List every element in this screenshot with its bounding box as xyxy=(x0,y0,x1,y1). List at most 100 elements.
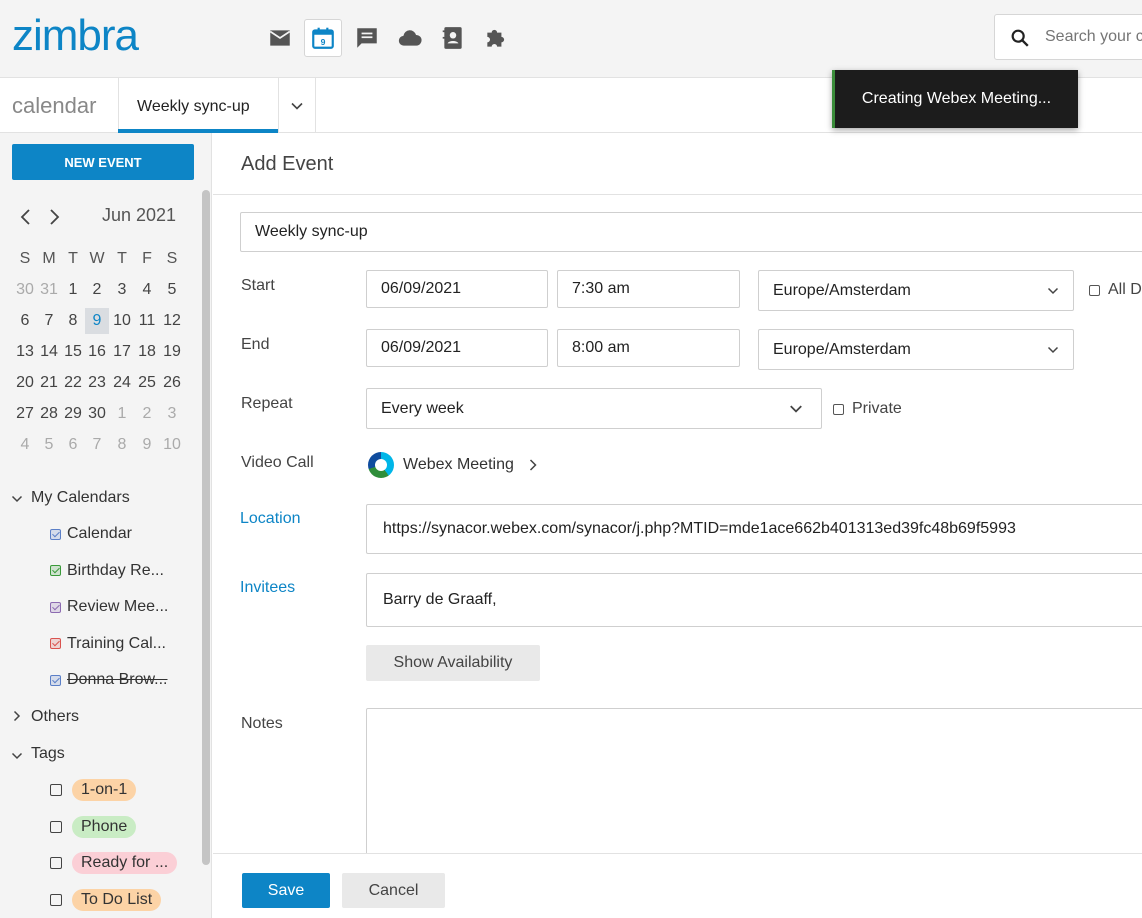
others-header[interactable]: Others xyxy=(31,708,79,726)
calendar-day[interactable]: 7 xyxy=(37,312,61,330)
calendar-day[interactable]: 6 xyxy=(61,436,85,454)
calendar-day[interactable]: 31 xyxy=(37,281,61,299)
calendar-day[interactable]: 6 xyxy=(13,312,37,330)
cancel-button[interactable]: Cancel xyxy=(342,873,445,908)
calendar-day[interactable]: 2 xyxy=(85,281,109,299)
location-label[interactable]: Location xyxy=(240,510,301,528)
location-input[interactable]: https://synacor.webex.com/synacor/j.php?… xyxy=(366,504,1142,554)
calendar-checkbox[interactable] xyxy=(50,528,61,540)
calendar-day[interactable]: 17 xyxy=(110,343,134,361)
calendar-day[interactable]: 2 xyxy=(135,405,159,423)
calendar-day[interactable]: 29 xyxy=(61,405,85,423)
calendar-checkbox[interactable] xyxy=(50,601,61,613)
chevron-right-icon[interactable] xyxy=(11,710,23,722)
calendar-day[interactable]: 12 xyxy=(160,312,184,330)
calendar-checkbox[interactable] xyxy=(50,674,61,686)
search-box[interactable] xyxy=(994,14,1142,60)
calendar-day[interactable]: 19 xyxy=(160,343,184,361)
calendar-day[interactable]: 3 xyxy=(160,405,184,423)
event-title-input[interactable]: Weekly sync-up xyxy=(240,212,1142,252)
calendar-day[interactable]: 9 xyxy=(135,436,159,454)
calendar-day[interactable]: 16 xyxy=(85,343,109,361)
calendar-day[interactable]: 11 xyxy=(135,312,159,330)
calendar-day[interactable]: 27 xyxy=(13,405,37,423)
invitees-label[interactable]: Invitees xyxy=(240,579,295,597)
tag-list-item[interactable]: 1-on-1 xyxy=(50,778,137,802)
tag-list-item[interactable]: Ready for ... xyxy=(50,851,178,875)
prev-month-button[interactable] xyxy=(18,208,34,226)
chat-icon[interactable] xyxy=(348,19,386,57)
sidebar-scrollbar[interactable] xyxy=(202,190,210,865)
start-time-input[interactable]: 7:30 am xyxy=(557,270,740,308)
my-calendars-header[interactable]: My Calendars xyxy=(31,489,130,507)
search-input[interactable] xyxy=(1043,27,1142,47)
save-button[interactable]: Save xyxy=(242,873,330,908)
invitees-input[interactable]: Barry de Graaff, xyxy=(366,573,1142,627)
all-day-checkbox[interactable]: All D xyxy=(1089,281,1142,299)
calendar-day[interactable]: 21 xyxy=(37,374,61,392)
calendar-day[interactable]: 14 xyxy=(37,343,61,361)
show-availability-button[interactable]: Show Availability xyxy=(366,645,540,681)
end-time-input[interactable]: 8:00 am xyxy=(557,329,740,367)
end-date-input[interactable]: 06/09/2021 xyxy=(366,329,548,367)
video-call-selector[interactable]: Webex Meeting xyxy=(368,452,538,478)
calendar-list-item[interactable]: Birthday Re... xyxy=(50,560,164,582)
calendar-checkbox[interactable] xyxy=(50,565,61,576)
calendar-day[interactable]: 3 xyxy=(110,281,134,299)
calendar-day[interactable]: 26 xyxy=(160,374,184,392)
next-month-button[interactable] xyxy=(46,208,62,226)
tags-header[interactable]: Tags xyxy=(31,745,65,763)
calendar-day[interactable]: 24 xyxy=(110,374,134,392)
calendar-day[interactable]: 30 xyxy=(13,281,37,299)
chevron-down-icon[interactable] xyxy=(11,493,23,505)
puzzle-icon[interactable] xyxy=(477,19,515,57)
calendar-day[interactable]: 30 xyxy=(85,405,109,423)
calendar-list-item[interactable]: Calendar xyxy=(50,523,132,545)
tag-checkbox[interactable] xyxy=(50,784,62,796)
new-event-button[interactable]: NEW EVENT xyxy=(12,144,194,180)
calendar-day[interactable]: 9 xyxy=(85,312,109,330)
calendar-day[interactable]: 20 xyxy=(13,374,37,392)
calendar-day[interactable]: 10 xyxy=(160,436,184,454)
calendar-icon[interactable]: 9 xyxy=(304,19,342,57)
calendar-day[interactable]: 10 xyxy=(110,312,134,330)
calendar-day[interactable]: 15 xyxy=(61,343,85,361)
mail-icon[interactable] xyxy=(261,19,299,57)
tag-checkbox[interactable] xyxy=(50,894,62,906)
calendar-list-item[interactable]: Donna Brow... xyxy=(50,669,168,691)
calendar-day[interactable]: 4 xyxy=(13,436,37,454)
calendar-day[interactable]: 8 xyxy=(110,436,134,454)
tag-list-item[interactable]: To Do List xyxy=(50,888,162,912)
calendar-day[interactable]: 13 xyxy=(13,343,37,361)
calendar-day[interactable]: 22 xyxy=(61,374,85,392)
calendar-day[interactable]: 25 xyxy=(135,374,159,392)
start-timezone-select[interactable]: Europe/Amsterdam xyxy=(758,270,1074,311)
tab-weekly-sync-up[interactable]: Weekly sync-up xyxy=(118,78,278,132)
tag-list-item[interactable]: Phone xyxy=(50,815,137,839)
end-timezone-select[interactable]: Europe/Amsterdam xyxy=(758,329,1074,370)
calendar-checkbox[interactable] xyxy=(50,638,61,649)
calendar-day[interactable]: 8 xyxy=(61,312,85,330)
tag-checkbox[interactable] xyxy=(50,857,62,869)
tabs-dropdown-button[interactable] xyxy=(278,78,316,133)
calendar-day[interactable]: 23 xyxy=(85,374,109,392)
calendar-day[interactable]: 1 xyxy=(110,405,134,423)
calendar-list-item[interactable]: Review Mee... xyxy=(50,596,168,618)
calendar-day[interactable]: 4 xyxy=(135,281,159,299)
calendar-day[interactable]: 5 xyxy=(160,281,184,299)
zimbra-logo[interactable]: zimbra xyxy=(12,11,139,61)
calendar-day[interactable]: 1 xyxy=(61,281,85,299)
repeat-select[interactable]: Every week xyxy=(366,388,822,429)
calendar-day[interactable]: 5 xyxy=(37,436,61,454)
tag-checkbox[interactable] xyxy=(50,821,62,833)
calendar-day[interactable]: 28 xyxy=(37,405,61,423)
private-checkbox[interactable]: Private xyxy=(833,400,902,418)
calendar-day[interactable]: 7 xyxy=(85,436,109,454)
calendar-day[interactable]: 18 xyxy=(135,343,159,361)
start-date-input[interactable]: 06/09/2021 xyxy=(366,270,548,308)
notes-textarea[interactable] xyxy=(366,708,1142,868)
contacts-icon[interactable] xyxy=(434,19,472,57)
cloud-icon[interactable] xyxy=(391,19,429,57)
chevron-down-icon[interactable] xyxy=(11,750,23,762)
calendar-list-item[interactable]: Training Cal... xyxy=(50,633,166,655)
